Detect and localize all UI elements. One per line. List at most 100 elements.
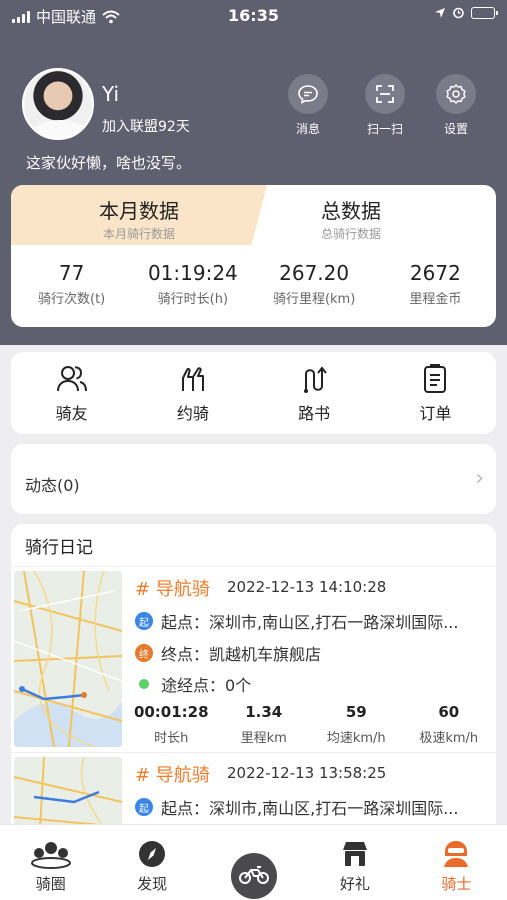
metric-distance: 1.34 里程km — [218, 703, 311, 746]
stat-label: 骑行里程(km) — [272, 292, 356, 307]
tab-label: 好礼 — [339, 875, 370, 893]
ride-metrics: 00:01:28 时长h 1.34 里程km 59 均速km/h 60 极速km/h — [125, 703, 495, 746]
message-label: 消息 — [295, 122, 320, 136]
gear-icon — [446, 84, 466, 104]
via-label: 途经点： — [161, 676, 226, 695]
route-map-thumbnail — [14, 571, 122, 747]
quick-item-route-book[interactable]: 路书 — [254, 352, 375, 434]
quick-item-group-ride[interactable]: 约骑 — [132, 352, 253, 434]
metric-label: 均速km/h — [326, 731, 386, 746]
start-badge-icon: 起 — [135, 612, 153, 630]
start-address: 深圳市,南山区,打石一路深圳国际... — [209, 799, 459, 818]
alarm-icon — [453, 7, 464, 19]
diary-entry[interactable]: # 导航骑 2022-12-13 13:58:25 起 起点： 深圳市,南山区,… — [11, 752, 496, 824]
compass-icon — [139, 841, 166, 867]
battery-icon — [471, 6, 498, 19]
diary-title: 骑行日记 — [25, 538, 93, 558]
route-icon — [304, 366, 327, 393]
friends-icon — [56, 366, 87, 392]
stat-ride-duration: 01:19:24 骑行时长(h) — [132, 261, 253, 307]
metric-label: 极速km/h — [419, 731, 479, 746]
metric-value: 59 — [345, 703, 367, 721]
clock: 16:35 — [228, 6, 279, 25]
joined-days: 加入联盟92天 — [102, 119, 190, 135]
bottom-tab-bar: 骑圈 发现 好礼 骑士 — [0, 824, 507, 900]
scan-icon — [376, 85, 394, 103]
user-bio[interactable]: 这家伙好懒，啥也没写。 — [26, 152, 191, 173]
riders-circle-icon — [30, 842, 71, 869]
message-button[interactable]: 消息 — [280, 74, 336, 137]
tab-total-data[interactable]: 总数据 总骑行数据 — [241, 195, 461, 242]
ride-type-tag: # 导航骑 — [135, 579, 210, 600]
via-points-row: 途经点： 0个 — [135, 672, 251, 696]
quick-menu: 骑友 约骑 路书 订单 — [11, 352, 496, 434]
scan-label: 扫一扫 — [366, 122, 403, 136]
stat-label: 里程金币 — [409, 292, 462, 307]
stat-label: 骑行时长(h) — [157, 292, 229, 307]
order-icon — [424, 364, 447, 393]
end-label: 终点： — [161, 645, 210, 664]
motorcycle-icon — [238, 866, 269, 884]
avatar[interactable] — [22, 68, 94, 140]
start-label: 起点： — [161, 799, 210, 818]
metric-value: 60 — [438, 703, 460, 721]
end-badge-icon: 终 — [135, 644, 153, 662]
stat-ride-count: 77 骑行次数(t) — [11, 261, 132, 307]
tab-ride[interactable] — [203, 825, 304, 900]
ride-datetime: 2022-12-13 13:58:25 — [227, 764, 387, 782]
start-label: 起点： — [161, 613, 210, 632]
via-dot-icon — [139, 679, 149, 689]
tab-month-subtitle: 本月骑行数据 — [102, 227, 175, 241]
quick-item-label: 约骑 — [176, 404, 209, 423]
start-point-row: 起 起点： 深圳市,南山区,打石一路深圳国际... — [135, 609, 458, 633]
quick-item-friends[interactable]: 骑友 — [11, 352, 132, 434]
tab-label: 骑圈 — [35, 875, 66, 893]
chevron-right-icon: › — [475, 466, 484, 491]
quick-item-label: 路书 — [298, 404, 331, 423]
metric-label: 里程km — [240, 731, 287, 746]
message-icon — [298, 85, 318, 104]
tab-discover[interactable]: 发现 — [101, 825, 202, 900]
settings-label: 设置 — [443, 122, 468, 136]
start-badge-icon: 起 — [135, 798, 153, 816]
start-address: 深圳市,南山区,打石一路深圳国际... — [209, 613, 459, 632]
tab-label: 发现 — [137, 875, 168, 893]
end-point-row: 终 终点： 凯越机车旗舰店 — [135, 641, 321, 665]
dynamic-label: 动态(0) — [25, 476, 80, 495]
quick-item-orders[interactable]: 订单 — [375, 352, 496, 434]
dynamic-row[interactable]: 动态(0) › — [11, 444, 496, 514]
tab-month-data[interactable]: 本月数据 本月骑行数据 — [11, 185, 267, 245]
tab-month-title: 本月数据 — [99, 199, 179, 223]
stat-mileage-coins: 2672 里程金币 — [375, 261, 496, 307]
metric-value: 00:01:28 — [133, 703, 209, 721]
metric-value: 1.34 — [245, 703, 283, 721]
gift-shop-icon — [342, 842, 367, 866]
stat-value: 77 — [58, 261, 85, 285]
metric-avg-speed: 59 均速km/h — [310, 703, 403, 746]
settings-button[interactable]: 设置 — [428, 74, 484, 137]
riding-diary: 骑行日记 # 导航骑 2022-12-13 14:10:28 起 起点： 深圳市… — [11, 524, 496, 824]
ride-type-tag: # 导航骑 — [135, 765, 210, 786]
stat-value: 267.20 — [279, 261, 350, 285]
tab-total-subtitle: 总骑行数据 — [320, 227, 381, 241]
tab-total-title: 总数据 — [321, 199, 381, 223]
metric-label: 时长h — [154, 731, 189, 746]
diary-entry[interactable]: # 导航骑 2022-12-13 14:10:28 起 起点： 深圳市,南山区,… — [11, 566, 496, 752]
end-address: 凯越机车旗舰店 — [209, 645, 322, 664]
riding-data-card: 本月数据 本月骑行数据 总数据 总骑行数据 77 骑行次数(t) 01:19:24… — [11, 185, 496, 327]
stat-value: 01:19:24 — [147, 261, 238, 285]
start-ride-button[interactable] — [230, 853, 277, 899]
handshake-icon — [181, 367, 204, 391]
quick-item-label: 订单 — [419, 404, 452, 423]
tab-gifts[interactable]: 好礼 — [304, 825, 405, 900]
scan-button[interactable]: 扫一扫 — [357, 74, 413, 137]
via-count: 0个 — [225, 676, 252, 695]
stat-value: 2672 — [409, 261, 461, 285]
location-arrow-icon — [435, 7, 445, 18]
status-bar: 中国联通 16:35 — [0, 0, 507, 32]
metric-duration: 00:01:28 时长h — [125, 703, 218, 746]
tab-riders-circle[interactable]: 骑圈 — [0, 825, 101, 900]
tab-rider[interactable]: 骑士 — [406, 825, 507, 900]
stat-ride-distance: 267.20 骑行里程(km) — [254, 261, 375, 307]
start-point-row: 起 起点： 深圳市,南山区,打石一路深圳国际... — [135, 795, 458, 819]
